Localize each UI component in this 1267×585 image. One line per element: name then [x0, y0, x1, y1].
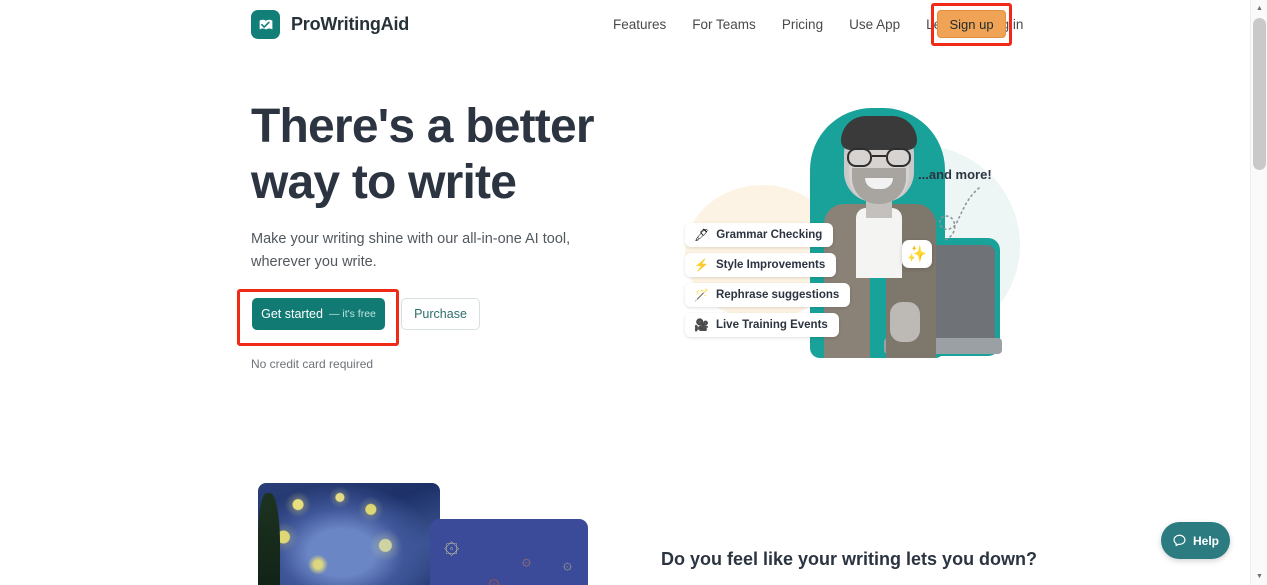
- hero-subtitle: Make your writing shine with our all-in-…: [251, 231, 571, 270]
- scrollbar-thumb[interactable]: [1253, 18, 1266, 170]
- get-started-button[interactable]: Get started — it's free: [252, 298, 385, 330]
- person-hair: [841, 116, 917, 150]
- chat-bubble-icon: [1173, 534, 1186, 547]
- cypress-tree-shape: [258, 493, 280, 585]
- prowritingaid-book-icon: [251, 10, 280, 39]
- purchase-button[interactable]: Purchase: [401, 298, 480, 330]
- and-more-annotation: ...and more!: [918, 167, 992, 182]
- feature-chip-label: Grammar Checking: [716, 229, 823, 241]
- no-credit-card-note: No credit card required: [251, 357, 374, 371]
- nav-item-for-teams[interactable]: For Teams: [679, 17, 769, 32]
- dotted-arrow-icon: [939, 187, 980, 241]
- feature-chip-rephrase-suggestions[interactable]: 🪄 Rephrase suggestions: [685, 283, 851, 307]
- page-title: There's a better way to write: [251, 100, 595, 209]
- feature-chip-label: Style Improvements: [715, 259, 826, 271]
- feature-chip-label: Rephrase suggestions: [715, 289, 840, 301]
- page-viewport: ProWritingAid Features For Teams Pricing…: [0, 0, 1250, 585]
- feature-chip-grammar-checking[interactable]: 🖋 Grammar Checking: [685, 223, 834, 247]
- eyeglasses-icon: [847, 148, 911, 167]
- scroll-up-arrow-icon[interactable]: ▲: [1251, 0, 1267, 17]
- get-started-label: Get started: [261, 307, 323, 321]
- feature-chip-list: 🖋 Grammar Checking ⚡ Style Improvements …: [685, 223, 875, 343]
- lightning-bolt-icon: ⚡: [694, 258, 709, 272]
- brand-logo[interactable]: ProWritingAid: [251, 10, 409, 39]
- starry-night-image: [258, 483, 440, 585]
- feature-chip-style-improvements[interactable]: ⚡ Style Improvements: [685, 253, 837, 277]
- sparkles-icon: ✨: [902, 240, 932, 268]
- film-camera-icon: 🎥: [694, 318, 709, 332]
- page-scrollbar[interactable]: ▲ ▼: [1250, 0, 1267, 585]
- help-widget-button[interactable]: Help: [1161, 522, 1230, 559]
- signup-button[interactable]: Sign up: [937, 10, 1006, 38]
- browser-page: ProWritingAid Features For Teams Pricing…: [0, 0, 1267, 585]
- magic-wand-icon: 🪄: [694, 288, 709, 302]
- nav-item-use-app[interactable]: Use App: [836, 17, 913, 32]
- fountain-pen-icon: 🖋: [694, 228, 710, 242]
- help-widget-label: Help: [1192, 533, 1219, 548]
- person-hand: [890, 302, 920, 342]
- get-started-free-note: — it's free: [328, 308, 376, 320]
- scroll-down-arrow-icon[interactable]: ▼: [1251, 568, 1267, 585]
- signup-button-region: Sign up: [931, 3, 1012, 46]
- nav-item-pricing[interactable]: Pricing: [769, 17, 836, 32]
- nav-item-features[interactable]: Features: [600, 17, 679, 32]
- brand-name: ProWritingAid: [291, 14, 410, 34]
- hero-illustration: ✨ ...and more! 🖋 Grammar Checking ⚡ Styl…: [640, 90, 1040, 375]
- section-question-heading: Do you feel like your writing lets you d…: [661, 549, 1038, 569]
- site-header: ProWritingAid Features For Teams Pricing…: [0, 0, 1250, 49]
- blue-swirl-card: ۞ ۞ ۞ ۞ ۞ ۞: [430, 519, 588, 585]
- feature-chip-label: Live Training Events: [715, 319, 828, 331]
- feature-chip-live-training-events[interactable]: 🎥 Live Training Events: [685, 313, 839, 337]
